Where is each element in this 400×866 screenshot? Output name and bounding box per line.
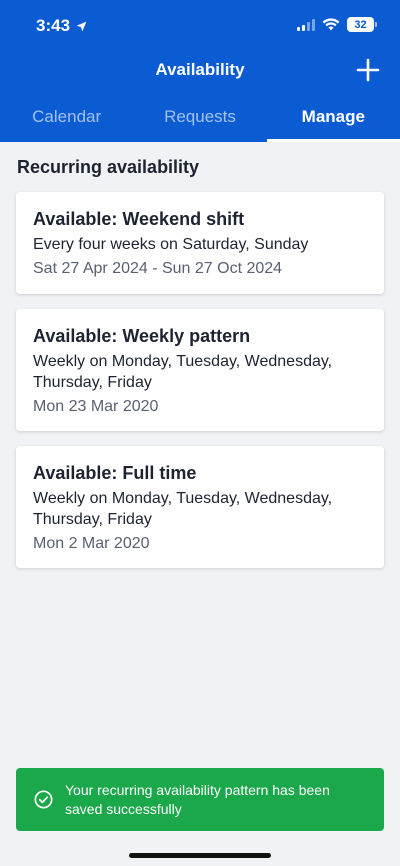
status-time-group: 3:43	[36, 16, 88, 36]
card-description: Weekly on Monday, Tuesday, Wednesday, Th…	[33, 490, 333, 528]
check-circle-icon	[34, 790, 53, 809]
availability-card-weekly-pattern[interactable]: Available: Weekly pattern Weekly on Mond…	[16, 309, 384, 431]
wifi-icon	[322, 18, 340, 31]
card-title: Available: Weekly pattern	[33, 326, 251, 346]
availability-card-full-time[interactable]: Available: Full time Weekly on Monday, T…	[16, 446, 384, 568]
tab-manage[interactable]: Manage	[266, 96, 400, 142]
app-header: 3:43 32 Availability Calendar Requests M…	[0, 0, 400, 142]
card-title: Available: Full time	[33, 463, 197, 483]
card-date: Mon 23 Mar 2020	[33, 398, 159, 415]
section-title: Recurring availability	[17, 157, 200, 177]
toast-message: Your recurring availability pattern has …	[65, 781, 330, 817]
status-icons: 32	[297, 17, 377, 32]
success-toast[interactable]: Your recurring availability pattern has …	[16, 768, 384, 831]
card-title: Available: Weekend shift	[33, 209, 245, 229]
location-arrow-icon	[76, 21, 87, 31]
status-bar: 3:43 32	[0, 0, 400, 52]
card-date: Sat 27 Apr 2024 - Sun 27 Oct 2024	[33, 260, 283, 277]
card-description: Weekly on Monday, Tuesday, Wednesday, Th…	[33, 353, 333, 391]
card-description: Every four weeks on Saturday, Sunday	[33, 236, 309, 253]
status-time: 3:43	[36, 16, 71, 35]
home-indicator[interactable]	[129, 853, 271, 858]
cellular-signal-icon	[297, 18, 315, 31]
plus-icon	[356, 58, 380, 82]
card-date: Mon 2 Mar 2020	[33, 535, 150, 552]
add-availability-button[interactable]	[354, 56, 382, 84]
tab-bar: Calendar Requests Manage	[0, 96, 400, 142]
availability-card-weekend-shift[interactable]: Available: Weekend shift Every four week…	[16, 192, 384, 294]
battery-icon: 32	[347, 17, 377, 32]
page-title: Availability	[155, 60, 245, 79]
tab-requests[interactable]: Requests	[133, 96, 266, 142]
tab-calendar[interactable]: Calendar	[0, 96, 133, 142]
battery-level: 32	[354, 18, 367, 31]
